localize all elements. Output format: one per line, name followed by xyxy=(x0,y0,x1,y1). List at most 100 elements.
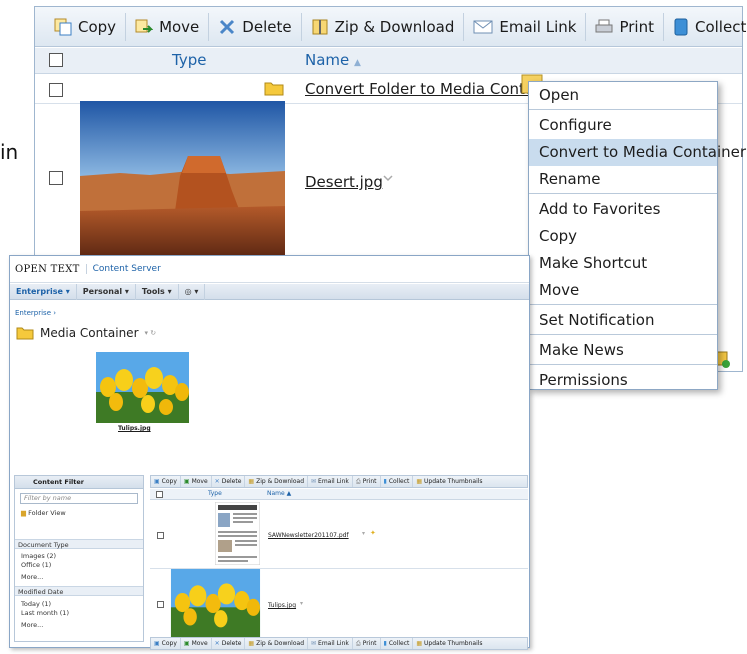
pdf-thumbnail[interactable] xyxy=(215,502,260,565)
product-name[interactable]: Content Server xyxy=(85,264,161,274)
email-label: Email Link xyxy=(318,640,349,647)
nav-tools[interactable]: Tools ▾ xyxy=(136,283,179,300)
update-thumbnails-icon: ▦ xyxy=(416,478,423,485)
desert-name-link[interactable]: Desert.jpg xyxy=(305,173,383,191)
breadcrumb[interactable]: Enterprise › xyxy=(15,309,56,317)
collect-button[interactable]: Collect xyxy=(664,13,747,41)
menu-item-rename[interactable]: Rename xyxy=(529,166,717,193)
back-toolbar: Copy Move Delete Zip & Download Email Li… xyxy=(35,7,746,47)
nav-tools-label: Tools xyxy=(141,286,165,296)
pdf-name-link[interactable]: SAWNewsletter201107.pdf xyxy=(268,532,349,539)
delete-button[interactable]: ✕ Delete xyxy=(212,476,246,487)
zip-download-button[interactable]: Zip & Download xyxy=(302,12,465,41)
menu-item-make-shortcut[interactable]: Make Shortcut xyxy=(529,250,717,277)
type-column-header[interactable]: Type xyxy=(172,51,206,69)
print-button[interactable]: ⎙ Print xyxy=(353,638,381,649)
filter-item[interactable]: Today (1) xyxy=(15,600,143,609)
nav-enterprise[interactable]: Enterprise ▾ xyxy=(10,283,77,300)
chevron-down-icon[interactable]: ▾ xyxy=(300,600,303,607)
delete-icon xyxy=(220,19,235,34)
menu-item-move[interactable]: Move xyxy=(529,277,717,304)
nav-personal[interactable]: Personal ▾ xyxy=(77,283,136,300)
print-label: Print xyxy=(362,640,377,647)
menu-item-permissions[interactable]: Permissions xyxy=(529,367,717,394)
row-checkbox[interactable] xyxy=(157,532,164,539)
folder-view-link[interactable]: ▆ Folder View xyxy=(15,508,143,519)
tulips-thumbnail[interactable] xyxy=(96,352,189,423)
zip-download-button[interactable]: ▦ Zip & Download xyxy=(245,638,308,649)
row-checkbox[interactable] xyxy=(49,171,63,185)
chevron-down-icon: ▾ xyxy=(167,286,172,296)
update-thumbnails-button[interactable]: ▦ Update Thumbnails xyxy=(413,638,485,649)
email-link-button[interactable]: Email Link xyxy=(464,12,587,41)
move-icon: ▣ xyxy=(183,640,190,647)
media-container-window: OPEN TEXT Content Server Enterprise ▾ Pe… xyxy=(9,255,530,650)
copy-button[interactable]: ▣ Copy xyxy=(151,638,181,649)
print-button[interactable]: ⎙ Print xyxy=(353,476,381,487)
row-checkbox[interactable] xyxy=(157,601,164,608)
row-checkbox[interactable] xyxy=(49,83,63,97)
move-label: Move xyxy=(159,17,200,36)
nav-enterprise-label: Enterprise xyxy=(16,286,63,296)
menu-item-configure[interactable]: Configure xyxy=(529,112,717,139)
filter-section-title: Document Type xyxy=(15,539,143,549)
filter-section-title: Modified Date xyxy=(15,586,143,596)
delete-label: Delete xyxy=(242,17,292,36)
chevron-down-icon[interactable]: ▾ xyxy=(362,530,365,537)
copy-label: Copy xyxy=(161,478,177,485)
partial-text: in xyxy=(0,140,19,164)
filter-item[interactable]: Last month (1) xyxy=(15,609,143,618)
update-thumbnails-icon: ▦ xyxy=(416,640,423,647)
delete-label: Delete xyxy=(221,640,242,647)
select-all-checkbox[interactable] xyxy=(156,491,163,498)
move-button[interactable]: ▣ Move xyxy=(181,638,212,649)
menu-item-convert-to-media-container[interactable]: Convert to Media Container xyxy=(529,139,746,166)
copy-button[interactable]: Copy xyxy=(45,12,127,41)
zip-download-button[interactable]: ▦ Zip & Download xyxy=(245,476,308,487)
nav-extra[interactable]: ◎ ▾ xyxy=(179,283,206,300)
menu-item-add-to-favorites[interactable]: Add to Favorites xyxy=(529,196,717,223)
move-label: Move xyxy=(191,640,208,647)
delete-button[interactable]: Delete xyxy=(209,12,302,41)
print-icon xyxy=(595,19,613,32)
print-button[interactable]: Print xyxy=(586,12,664,41)
move-button[interactable]: Move xyxy=(126,12,210,41)
menu-item-set-notification[interactable]: Set Notification xyxy=(529,307,717,334)
filter-item[interactable]: Office (1) xyxy=(15,561,143,570)
update-thumbnails-button[interactable]: ▦ Update Thumbnails xyxy=(413,476,485,487)
filter-more-link[interactable]: More... xyxy=(15,621,143,630)
filter-more-link[interactable]: More... xyxy=(15,573,143,582)
menu-item-open[interactable]: Open xyxy=(529,82,717,109)
chevron-down-icon[interactable]: ▾ ↻ xyxy=(145,329,157,337)
type-column-header[interactable]: Type xyxy=(208,490,222,497)
select-all-checkbox[interactable] xyxy=(49,53,63,67)
name-header-label: Name xyxy=(305,51,350,69)
email-link-button[interactable]: ✉ Email Link xyxy=(308,476,353,487)
chevron-down-icon[interactable] xyxy=(382,173,394,183)
content-filter-panel: Content Filter Filter by name ▆ Folder V… xyxy=(14,475,144,642)
front-toolbar-top: ▣ Copy ▣ Move ✕ Delete ▦ Zip & Download ✉ Ema… xyxy=(150,475,528,488)
email-link-button[interactable]: ✉ Email Link xyxy=(308,638,353,649)
filter-item[interactable]: Images (2) xyxy=(15,552,143,561)
filter-search-input[interactable]: Filter by name xyxy=(20,493,138,504)
move-button[interactable]: ▣ Move xyxy=(181,476,212,487)
desert-thumbnail[interactable] xyxy=(80,101,285,259)
page-title: Media Container ▾ ↻ xyxy=(16,326,156,340)
content-filter-title: Content Filter xyxy=(15,476,143,489)
copy-button[interactable]: ▣ Copy xyxy=(151,476,181,487)
name-column-header[interactable]: Name ▲ xyxy=(267,490,291,497)
chevron-down-icon: ▾ xyxy=(194,286,199,296)
tulips-name-link[interactable]: Tulips.jpg xyxy=(268,602,296,609)
collect-button[interactable]: ▮ Collect xyxy=(381,638,414,649)
delete-icon: ✕ xyxy=(214,478,220,485)
collect-button[interactable]: ▮ Collect xyxy=(381,476,414,487)
tulips-row-thumbnail[interactable] xyxy=(170,569,261,637)
featured-item-caption[interactable]: Tulips.jpg xyxy=(118,425,151,432)
sort-indicator: ▲ xyxy=(354,58,361,68)
delete-button[interactable]: ✕ Delete xyxy=(212,638,246,649)
email-label: Email Link xyxy=(318,478,349,485)
zip-label: Zip & Download xyxy=(256,478,304,485)
menu-item-make-news[interactable]: Make News xyxy=(529,337,717,364)
name-column-header[interactable]: Name ▲ xyxy=(305,51,361,69)
menu-item-copy[interactable]: Copy xyxy=(529,223,717,250)
